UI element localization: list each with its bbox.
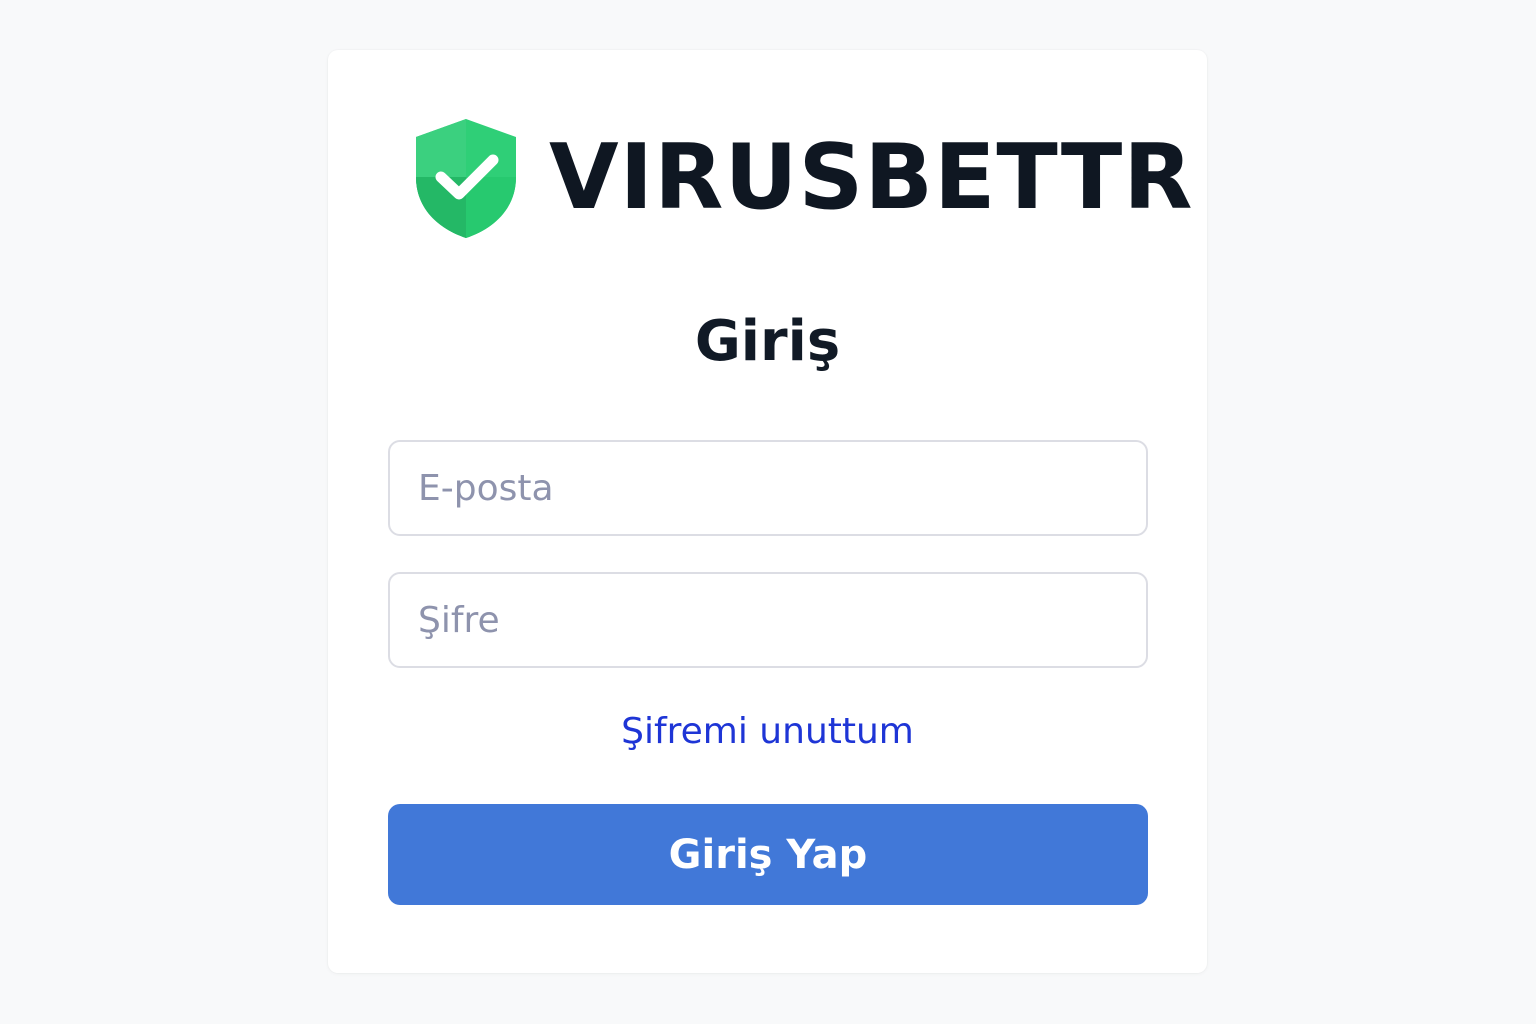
- brand-header: VIRUSBETTR: [413, 117, 1194, 239]
- email-field[interactable]: [388, 440, 1148, 536]
- login-button[interactable]: Giriş Yap: [388, 804, 1148, 905]
- brand-name: VIRUSBETTR: [549, 125, 1194, 230]
- forgot-password-link[interactable]: Şifremi unuttum: [328, 710, 1207, 753]
- shield-check-icon: [416, 119, 516, 238]
- password-field[interactable]: [388, 572, 1148, 668]
- page-title: Giriş: [694, 309, 841, 374]
- login-card: VIRUSBETTR Giriş Şifremi unuttum Giriş Y…: [328, 50, 1207, 973]
